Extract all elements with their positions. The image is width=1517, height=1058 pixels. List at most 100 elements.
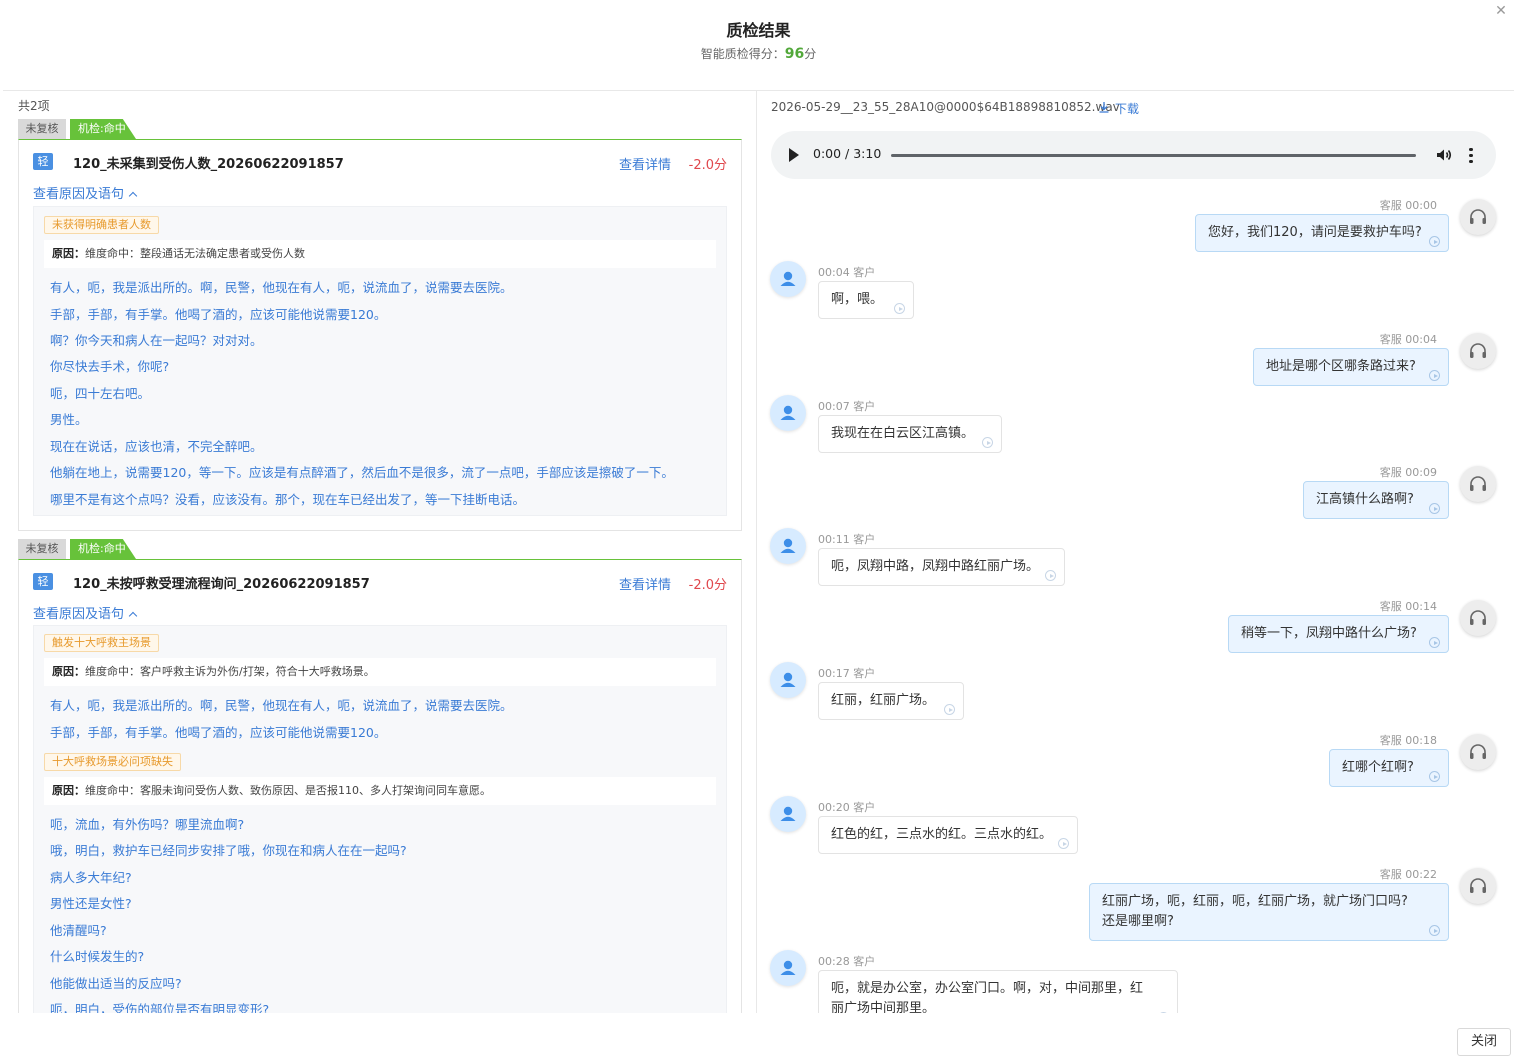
severity-badge: 轻	[33, 573, 53, 590]
message-text: 丽广场中间那里。	[831, 1001, 936, 1013]
machine-hit-tag: 机检:命中	[70, 119, 136, 139]
reason-prefix: 原因：	[52, 665, 85, 678]
agent-message-bubble[interactable]: 稍等一下，凤翔中路什么广场?	[1228, 615, 1449, 653]
play-segment-icon[interactable]	[982, 437, 993, 448]
sentence-link[interactable]: 呃，明白，受伤的部位是否有明显变形?	[50, 999, 269, 1013]
headset-icon	[1460, 868, 1496, 904]
play-segment-icon[interactable]	[1045, 570, 1056, 581]
sentence-link[interactable]: 手部，手部，有手掌。他喝了酒的，应该可能他说需要120。	[50, 304, 386, 323]
reason-toggle-label: 查看原因及语句	[33, 607, 125, 622]
sentence-link[interactable]: 你尽快去手术，你呢?	[50, 356, 169, 375]
sentence-link[interactable]: 病人多大年纪?	[50, 867, 132, 886]
sentence-link[interactable]: 他能做出适当的反应吗?	[50, 973, 182, 992]
agent-message-bubble[interactable]: 您好，我们120，请问是要救护车吗?	[1195, 214, 1449, 252]
player-time: 0:00 / 3:10	[813, 146, 882, 161]
reason-box: 触发十大呼救主场景 原因：维度命中：客户呼救主诉为外伤/打架，符合十大呼救场景。…	[33, 625, 727, 1013]
reason-line: 原因：维度命中：客户呼救主诉为外伤/打架，符合十大呼救场景。	[44, 658, 716, 686]
message-text: 呃，凤翔中路，凤翔中路红丽广场。	[831, 559, 1040, 574]
play-segment-icon[interactable]	[1429, 771, 1440, 782]
customer-message-bubble[interactable]: 呃，凤翔中路，凤翔中路红丽广场。	[818, 548, 1065, 586]
close-icon[interactable]: ✕	[1493, 3, 1509, 19]
reason-text: 维度命中：整段通话无法确定患者或受伤人数	[85, 247, 305, 260]
issue-name: 120_未采集到受伤人数_20260622091857	[73, 157, 344, 172]
score-label: 智能质检得分：	[700, 47, 785, 61]
reason-tag: 触发十大呼救主场景	[44, 634, 159, 652]
message-text: 呃，就是办公室，办公室门口。啊，对，中间那里，红	[831, 981, 1144, 996]
audio-player[interactable]: 0:00 / 3:10	[771, 131, 1496, 179]
sentence-link[interactable]: 男性还是女性?	[50, 893, 132, 912]
message-meta: 00:17 客户	[818, 667, 876, 680]
customer-message-bubble[interactable]: 红色的红，三点水的红。三点水的红。	[818, 816, 1078, 854]
sentence-link[interactable]: 哪里不是有这个点吗？没看，应该没有。那个，现在车已经出发了，等一下挂断电话。	[50, 489, 525, 508]
volume-icon[interactable]	[1435, 146, 1453, 164]
score-line: 智能质检得分：96分	[0, 45, 1517, 62]
reason-text: 维度命中：客服未询问受伤人数、致伤原因、是否报110、多人打架询问同车意愿。	[85, 784, 491, 797]
message-text: 还是哪里啊?	[1102, 914, 1174, 929]
message-text: 红哪个红啊?	[1342, 760, 1414, 775]
user-avatar-icon	[770, 395, 806, 431]
agent-message-bubble[interactable]: 红丽广场，呃，红丽，呃，红丽广场，就广场门口吗? 还是哪里啊?	[1089, 883, 1449, 941]
customer-message-bubble[interactable]: 呃，就是办公室，办公室门口。啊，对，中间那里，红 丽广场中间那里。	[818, 970, 1178, 1013]
headset-icon	[1460, 734, 1496, 770]
dialog-header: 质检结果 智能质检得分：96分	[0, 0, 1517, 90]
agent-message-bubble[interactable]: 红哪个红啊?	[1329, 749, 1449, 787]
play-segment-icon[interactable]	[1429, 925, 1440, 936]
download-icon[interactable]	[1097, 100, 1111, 114]
user-avatar-icon	[770, 950, 806, 986]
issues-panel[interactable]: 共2项 未复核 机检:命中 轻 120_未采集到受伤人数_20260622091…	[3, 91, 756, 1013]
view-detail-link[interactable]: 查看详情	[619, 574, 671, 593]
sentence-link[interactable]: 现在在说话，应该也清，不完全醉吧。	[50, 436, 263, 455]
issue-name: 120_未按呼救受理流程询问_20260622091857	[73, 577, 370, 592]
sentence-link[interactable]: 他清醒吗?	[50, 920, 107, 939]
message-meta: 客服 00:04	[1379, 333, 1437, 346]
sentence-link[interactable]: 他躺在地上，说需要120，等一下。应该是有点醉酒了，然后血不是很多，流了一点吧，…	[50, 462, 674, 481]
customer-message-bubble[interactable]: 我现在在白云区江高镇。	[818, 415, 1002, 453]
headset-icon	[1460, 600, 1496, 636]
agent-message-bubble[interactable]: 江高镇什么路啊?	[1303, 481, 1449, 519]
play-segment-icon[interactable]	[1429, 503, 1440, 514]
customer-message-bubble[interactable]: 啊，喂。	[818, 281, 914, 319]
play-icon[interactable]	[789, 148, 799, 162]
user-avatar-icon	[770, 662, 806, 698]
view-detail-link[interactable]: 查看详情	[619, 154, 671, 173]
sentence-link[interactable]: 有人，呃，我是派出所的。啊，民警，他现在有人，呃，说流血了，说需要去医院。	[50, 277, 513, 296]
play-segment-icon[interactable]	[894, 303, 905, 314]
reason-toggle[interactable]: 查看原因及语句	[33, 603, 138, 622]
play-segment-icon[interactable]	[1058, 838, 1069, 849]
reason-text: 维度命中：客户呼救主诉为外伤/打架，符合十大呼救场景。	[85, 665, 375, 678]
message-meta: 00:28 客户	[818, 955, 876, 968]
close-button[interactable]: 关闭	[1457, 1028, 1511, 1056]
download-link[interactable]: 下载	[1115, 100, 1139, 117]
play-segment-icon[interactable]	[1429, 370, 1440, 381]
sentence-link[interactable]: 呃，流血，有外伤吗？哪里流血啊?	[50, 814, 244, 833]
issue-tags: 未复核 机检:命中	[18, 539, 742, 559]
more-options-icon[interactable]	[1466, 145, 1476, 165]
play-segment-icon[interactable]	[1429, 637, 1440, 648]
reason-toggle[interactable]: 查看原因及语句	[33, 183, 138, 202]
reason-box: 未获得明确患者人数 原因：维度命中：整段通话无法确定患者或受伤人数 有人，呃，我…	[33, 206, 727, 516]
sentence-link[interactable]: 手部，手部，有手掌。他喝了酒的，应该可能他说需要120。	[50, 722, 386, 741]
message-text: 啊，喂。	[831, 292, 884, 307]
user-avatar-icon	[770, 796, 806, 832]
play-segment-icon[interactable]	[944, 704, 955, 715]
reason-toggle-label: 查看原因及语句	[33, 187, 125, 202]
sentence-link[interactable]: 哦，明白，救护车已经同步安排了哦，你现在和病人在在一起吗?	[50, 840, 407, 859]
play-segment-icon[interactable]	[1429, 236, 1440, 247]
reason-tag: 十大呼救场景必问项缺失	[44, 753, 181, 771]
sentence-link[interactable]: 什么时候发生的?	[50, 946, 144, 965]
score-value: 96	[784, 46, 805, 62]
message-text: 红丽广场，呃，红丽，呃，红丽广场，就广场门口吗?	[1102, 894, 1408, 909]
sentence-link[interactable]: 啊？你今天和病人在一起吗？对对对。	[50, 330, 263, 349]
message-text: 您好，我们120，请问是要救护车吗?	[1208, 225, 1422, 240]
reason-prefix: 原因：	[52, 247, 85, 260]
message-meta: 客服 00:22	[1379, 868, 1437, 881]
customer-message-bubble[interactable]: 红丽，红丽广场。	[818, 682, 964, 720]
sentence-link[interactable]: 有人，呃，我是派出所的。啊，民警，他现在有人，呃，说流血了，说需要去医院。	[50, 695, 513, 714]
player-progress-bar[interactable]	[891, 154, 1416, 157]
dialog-title: 质检结果	[726, 21, 791, 40]
transcript-panel[interactable]: 2026-05-29__23_55_28A10@0000$64B18898810…	[757, 91, 1512, 1013]
sentence-link[interactable]: 呃，四十左右吧。	[50, 383, 150, 402]
sentence-link[interactable]: 男性。	[50, 409, 88, 428]
play-segment-icon[interactable]	[1158, 1012, 1169, 1013]
agent-message-bubble[interactable]: 地址是哪个区哪条路过来?	[1253, 348, 1449, 386]
